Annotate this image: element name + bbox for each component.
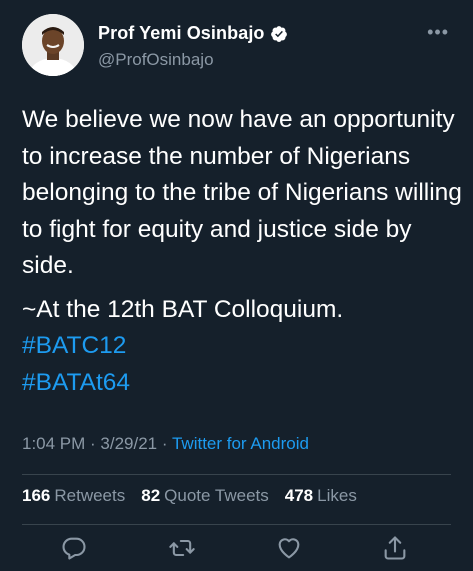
meta-separator: ·	[157, 434, 172, 453]
quote-tweets-stat[interactable]: 82 Quote Tweets	[141, 486, 269, 506]
hashtag-link[interactable]: #BATC12	[22, 328, 462, 365]
tweet-stats: 166 Retweets 82 Quote Tweets 478 Likes	[22, 486, 357, 506]
author-name-row: Prof Yemi Osinbajo	[98, 23, 288, 44]
tweet-date[interactable]: 3/29/21	[100, 434, 157, 453]
likes-stat[interactable]: 478 Likes	[285, 486, 357, 506]
tweet-text: We believe we now have an opportunity to…	[22, 102, 462, 401]
hashtag-link[interactable]: #BATAt64	[22, 365, 462, 402]
retweets-count: 166	[22, 486, 51, 505]
tweet-source-link[interactable]: Twitter for Android	[172, 434, 309, 453]
more-options-icon[interactable]: •••	[427, 22, 449, 43]
avatar[interactable]	[22, 14, 84, 76]
likes-count: 478	[284, 486, 314, 505]
like-icon[interactable]	[275, 534, 303, 562]
reply-icon[interactable]	[60, 534, 88, 562]
tweet-paragraph: We believe we now have an opportunity to…	[22, 106, 462, 279]
quote-tweets-label: Quote Tweets	[164, 486, 269, 505]
tweet-actions	[0, 534, 473, 564]
tweet-paragraph: ~At the 12th BAT Colloquium.	[22, 295, 344, 323]
quote-tweets-count: 82	[141, 486, 161, 505]
tweet-header: Prof Yemi Osinbajo @ProfOsinbajo •••	[22, 14, 453, 78]
likes-label: Likes	[317, 486, 357, 505]
share-icon[interactable]	[381, 534, 409, 562]
avatar-image	[22, 14, 84, 76]
author-handle[interactable]: @ProfOsinbajo	[98, 50, 214, 70]
retweets-label: Retweets	[54, 486, 126, 505]
divider	[22, 524, 451, 525]
meta-separator: ·	[85, 434, 101, 453]
retweet-icon[interactable]	[168, 534, 196, 562]
tweet-meta: 1:04 PM · 3/29/21 · Twitter for Android	[22, 434, 309, 454]
verified-badge-icon	[270, 25, 288, 43]
divider	[22, 474, 451, 475]
retweets-stat[interactable]: 166 Retweets	[22, 486, 125, 506]
tweet-time[interactable]: 1:04 PM	[22, 434, 85, 453]
author-name[interactable]: Prof Yemi Osinbajo	[98, 23, 265, 44]
